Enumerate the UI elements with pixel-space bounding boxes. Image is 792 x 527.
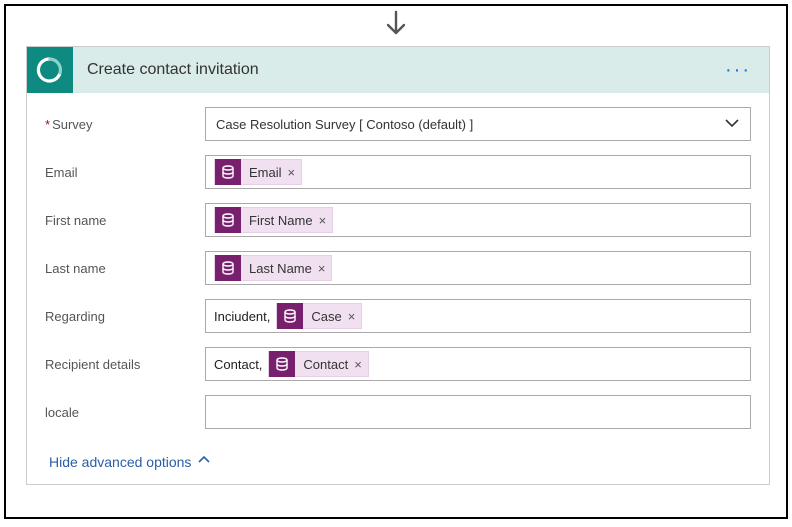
- field-label: Recipient details: [45, 357, 205, 372]
- field-row-first-name: First name First Name ×: [45, 203, 751, 237]
- database-icon: [215, 159, 241, 185]
- required-mark: *: [45, 117, 50, 132]
- dynamic-token-contact[interactable]: Contact ×: [268, 351, 368, 377]
- database-icon: [277, 303, 303, 329]
- card-container: Create contact invitation ··· *Survey Ca…: [4, 4, 788, 519]
- email-input[interactable]: Email ×: [205, 155, 751, 189]
- dynamic-token-first-name[interactable]: First Name ×: [214, 207, 333, 233]
- field-row-locale: locale: [45, 395, 751, 429]
- field-row-recipient: Recipient details Contact, Contact ×: [45, 347, 751, 381]
- dynamic-token-email[interactable]: Email ×: [214, 159, 302, 185]
- chevron-up-icon: [197, 453, 211, 470]
- token-label: Contact: [303, 357, 348, 372]
- forms-pro-icon: [27, 47, 73, 93]
- label-text: Survey: [52, 117, 92, 132]
- database-icon: [215, 255, 241, 281]
- field-label: locale: [45, 405, 205, 420]
- field-row-email: Email Email ×: [45, 155, 751, 189]
- survey-select-value: Case Resolution Survey [ Contoso (defaul…: [216, 117, 720, 132]
- recipient-input[interactable]: Contact, Contact ×: [205, 347, 751, 381]
- field-row-regarding: Regarding Inciudent, Case ×: [45, 299, 751, 333]
- field-label: Regarding: [45, 309, 205, 324]
- token-label: Last Name: [249, 261, 312, 276]
- field-row-last-name: Last name Last Name ×: [45, 251, 751, 285]
- token-remove[interactable]: ×: [348, 309, 356, 324]
- action-body: *Survey Case Resolution Survey [ Contoso…: [27, 93, 769, 449]
- database-icon: [215, 207, 241, 233]
- hide-advanced-toggle[interactable]: Hide advanced options: [27, 449, 769, 484]
- regarding-input[interactable]: Inciudent, Case ×: [205, 299, 751, 333]
- token-label: First Name: [249, 213, 313, 228]
- token-remove[interactable]: ×: [354, 357, 362, 372]
- database-icon: [269, 351, 295, 377]
- action-card-header[interactable]: Create contact invitation ···: [27, 47, 769, 93]
- action-menu-button[interactable]: ···: [719, 59, 757, 82]
- token-label: Email: [249, 165, 282, 180]
- token-remove[interactable]: ×: [318, 261, 326, 276]
- action-title: Create contact invitation: [87, 61, 719, 79]
- field-label: Email: [45, 165, 205, 180]
- advanced-label: Hide advanced options: [49, 454, 191, 470]
- chevron-down-icon: [724, 115, 740, 134]
- token-remove[interactable]: ×: [319, 213, 327, 228]
- flow-arrow-down-icon: [383, 10, 409, 43]
- token-label: Case: [311, 309, 341, 324]
- locale-input[interactable]: [205, 395, 751, 429]
- token-remove[interactable]: ×: [288, 165, 296, 180]
- field-label: Last name: [45, 261, 205, 276]
- field-row-survey: *Survey Case Resolution Survey [ Contoso…: [45, 107, 751, 141]
- first-name-input[interactable]: First Name ×: [205, 203, 751, 237]
- last-name-input[interactable]: Last Name ×: [205, 251, 751, 285]
- field-label: First name: [45, 213, 205, 228]
- action-card: Create contact invitation ··· *Survey Ca…: [26, 46, 770, 485]
- dynamic-token-last-name[interactable]: Last Name ×: [214, 255, 332, 281]
- dynamic-token-case[interactable]: Case ×: [276, 303, 362, 329]
- survey-select[interactable]: Case Resolution Survey [ Contoso (defaul…: [205, 107, 751, 141]
- text-prefix: Inciudent,: [214, 309, 270, 324]
- field-label: *Survey: [45, 117, 205, 132]
- text-prefix: Contact,: [214, 357, 262, 372]
